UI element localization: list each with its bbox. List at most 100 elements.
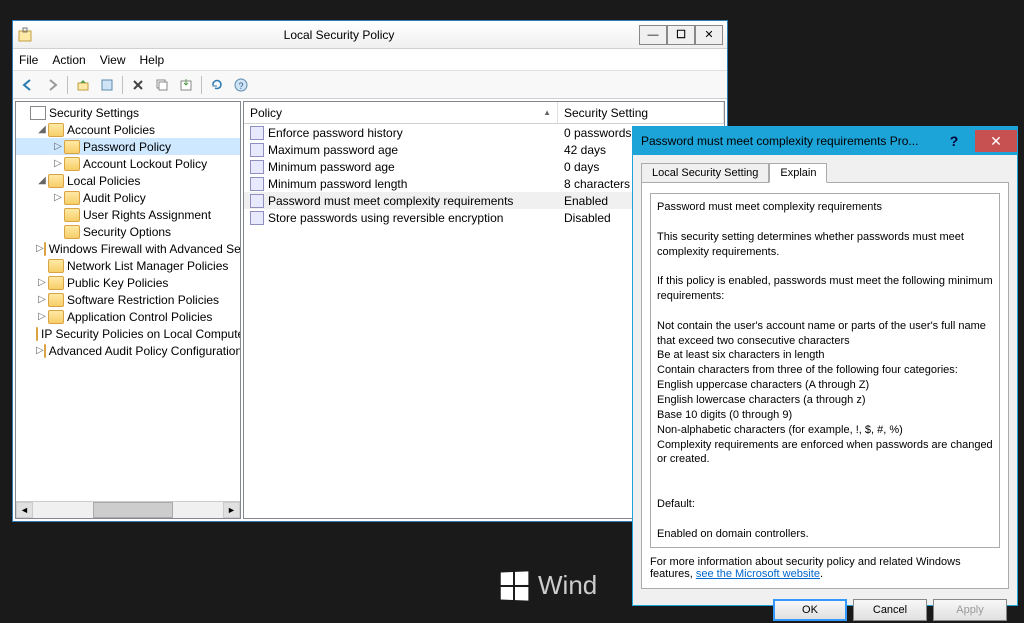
ok-button[interactable]: OK [773,599,847,621]
expander-icon[interactable]: ▷ [52,192,64,203]
policy-icon [250,126,264,140]
column-header-setting[interactable]: Security Setting [558,102,724,123]
tree-item[interactable]: ◢Local Policies [16,172,240,189]
expander-icon[interactable]: ▷ [52,158,64,169]
apply-button[interactable]: Apply [933,599,1007,621]
tree-label: Security Options [83,225,171,239]
menu-action[interactable]: Action [52,53,85,67]
dialog-title: Password must meet complexity requiremen… [641,134,933,148]
list-header: Policy ▲ Security Setting [244,102,724,124]
cancel-button[interactable]: Cancel [853,599,927,621]
policy-name: Store passwords using reversible encrypt… [268,211,503,225]
tree-label: Software Restriction Policies [67,293,219,307]
properties-dialog: Password must meet complexity requiremen… [632,126,1018,606]
menu-file[interactable]: File [19,53,38,67]
tree-label: IP Security Policies on Local Computer [41,327,241,341]
policy-icon [250,194,264,208]
dialog-help-button[interactable]: ? [933,130,975,152]
expander-icon[interactable]: ◢ [36,124,48,135]
expander-icon[interactable]: ▷ [36,345,44,356]
tab-local-security-setting[interactable]: Local Security Setting [641,163,769,183]
back-button[interactable] [17,74,39,96]
copy-button[interactable] [151,74,173,96]
explain-footer: For more information about security poli… [650,556,1000,580]
tree-item[interactable]: ▷ Advanced Audit Policy Configuration [16,342,240,359]
menu-help[interactable]: Help [140,53,165,67]
forward-button[interactable] [41,74,63,96]
tree-item[interactable]: ▷Account Lockout Policy [16,155,240,172]
horizontal-scrollbar[interactable]: ◄ ► [16,501,240,518]
folder-icon [64,225,80,239]
expander-icon[interactable]: ▷ [36,243,44,254]
folder-icon [48,174,64,188]
tree-item[interactable]: ▷Application Control Policies [16,308,240,325]
policy-setting: Disabled [564,211,611,225]
folder-icon [36,327,38,341]
tree-label: Account Policies [67,123,155,137]
refresh-button[interactable] [206,74,228,96]
policy-icon [250,143,264,157]
tree-item[interactable]: ◢ Account Policies [16,121,240,138]
policy-icon [250,160,264,174]
policy-name: Minimum password age [268,160,395,174]
tree-item[interactable]: IP Security Policies on Local Computer [16,325,240,342]
delete-button[interactable] [127,74,149,96]
tree-pane[interactable]: Security Settings◢Account Policies▷Passw… [15,101,241,519]
policy-name: Enforce password history [268,126,403,140]
policy-setting: 8 characters [564,177,630,191]
policy-setting: 42 days [564,143,606,157]
tree-root[interactable]: Security Settings [16,104,240,121]
policy-icon [250,177,264,191]
up-button[interactable] [72,74,94,96]
dialog-close-button[interactable]: ✕ [975,130,1017,152]
column-label-setting: Security Setting [564,106,648,120]
window-title: Local Security Policy [39,28,639,42]
toolbar-separator [122,76,123,94]
folder-icon [64,208,80,222]
dialog-titlebar[interactable]: Password must meet complexity requiremen… [633,127,1017,155]
tree-item[interactable]: User Rights Assignment [16,206,240,223]
scroll-left-button[interactable]: ◄ [16,502,33,518]
explain-textarea[interactable]: Password must meet complexity requiremen… [650,193,1000,548]
windows-logo-icon [501,571,529,600]
tree-item[interactable]: ▷ Software Restriction Policies [16,291,240,308]
tab-panel-explain: Password must meet complexity requiremen… [641,182,1009,589]
folder-icon [48,276,64,290]
sort-indicator-icon: ▲ [543,108,551,117]
tree-item[interactable]: Network List Manager Policies [16,257,240,274]
tree-item[interactable]: ▷Public Key Policies [16,274,240,291]
tree-label: Audit Policy [83,191,146,205]
tree-item[interactable]: ▷ Password Policy [16,138,240,155]
microsoft-website-link[interactable]: see the Microsoft website [696,568,820,580]
properties-button[interactable] [96,74,118,96]
tree-label: Advanced Audit Policy Configuration [49,344,241,358]
tree-item[interactable]: ▷Windows Firewall with Advanced Security [16,240,240,257]
scroll-right-button[interactable]: ► [223,502,240,518]
titlebar[interactable]: Local Security Policy — ☐ ✕ [13,21,727,49]
folder-icon [64,191,80,205]
tab-explain[interactable]: Explain [769,163,827,183]
expander-icon[interactable]: ▷ [36,311,48,322]
expander-icon[interactable]: ▷ [36,277,48,288]
scroll-thumb[interactable] [93,502,173,518]
toolbar-separator [67,76,68,94]
policy-name: Password must meet complexity requiremen… [268,194,513,208]
folder-icon [48,259,64,273]
expander-icon[interactable]: ▷ [52,141,64,152]
expander-icon[interactable]: ◢ [36,175,48,186]
column-header-policy[interactable]: Policy ▲ [244,102,558,123]
menu-view[interactable]: View [100,53,126,67]
tree-item[interactable]: ▷ Audit Policy [16,189,240,206]
export-button[interactable] [175,74,197,96]
tree-label: Password Policy [83,140,171,154]
tree-item[interactable]: Security Options [16,223,240,240]
minimize-button[interactable]: — [639,25,667,45]
toolbar: ? [13,71,727,99]
policy-setting: Enabled [564,194,608,208]
local-security-policy-window: Local Security Policy — ☐ ✕ File Action … [12,20,728,522]
expander-icon[interactable]: ▷ [36,294,48,305]
column-label-policy: Policy [250,106,282,120]
close-button[interactable]: ✕ [695,25,723,45]
maximize-button[interactable]: ☐ [667,25,695,45]
help-button[interactable]: ? [230,74,252,96]
